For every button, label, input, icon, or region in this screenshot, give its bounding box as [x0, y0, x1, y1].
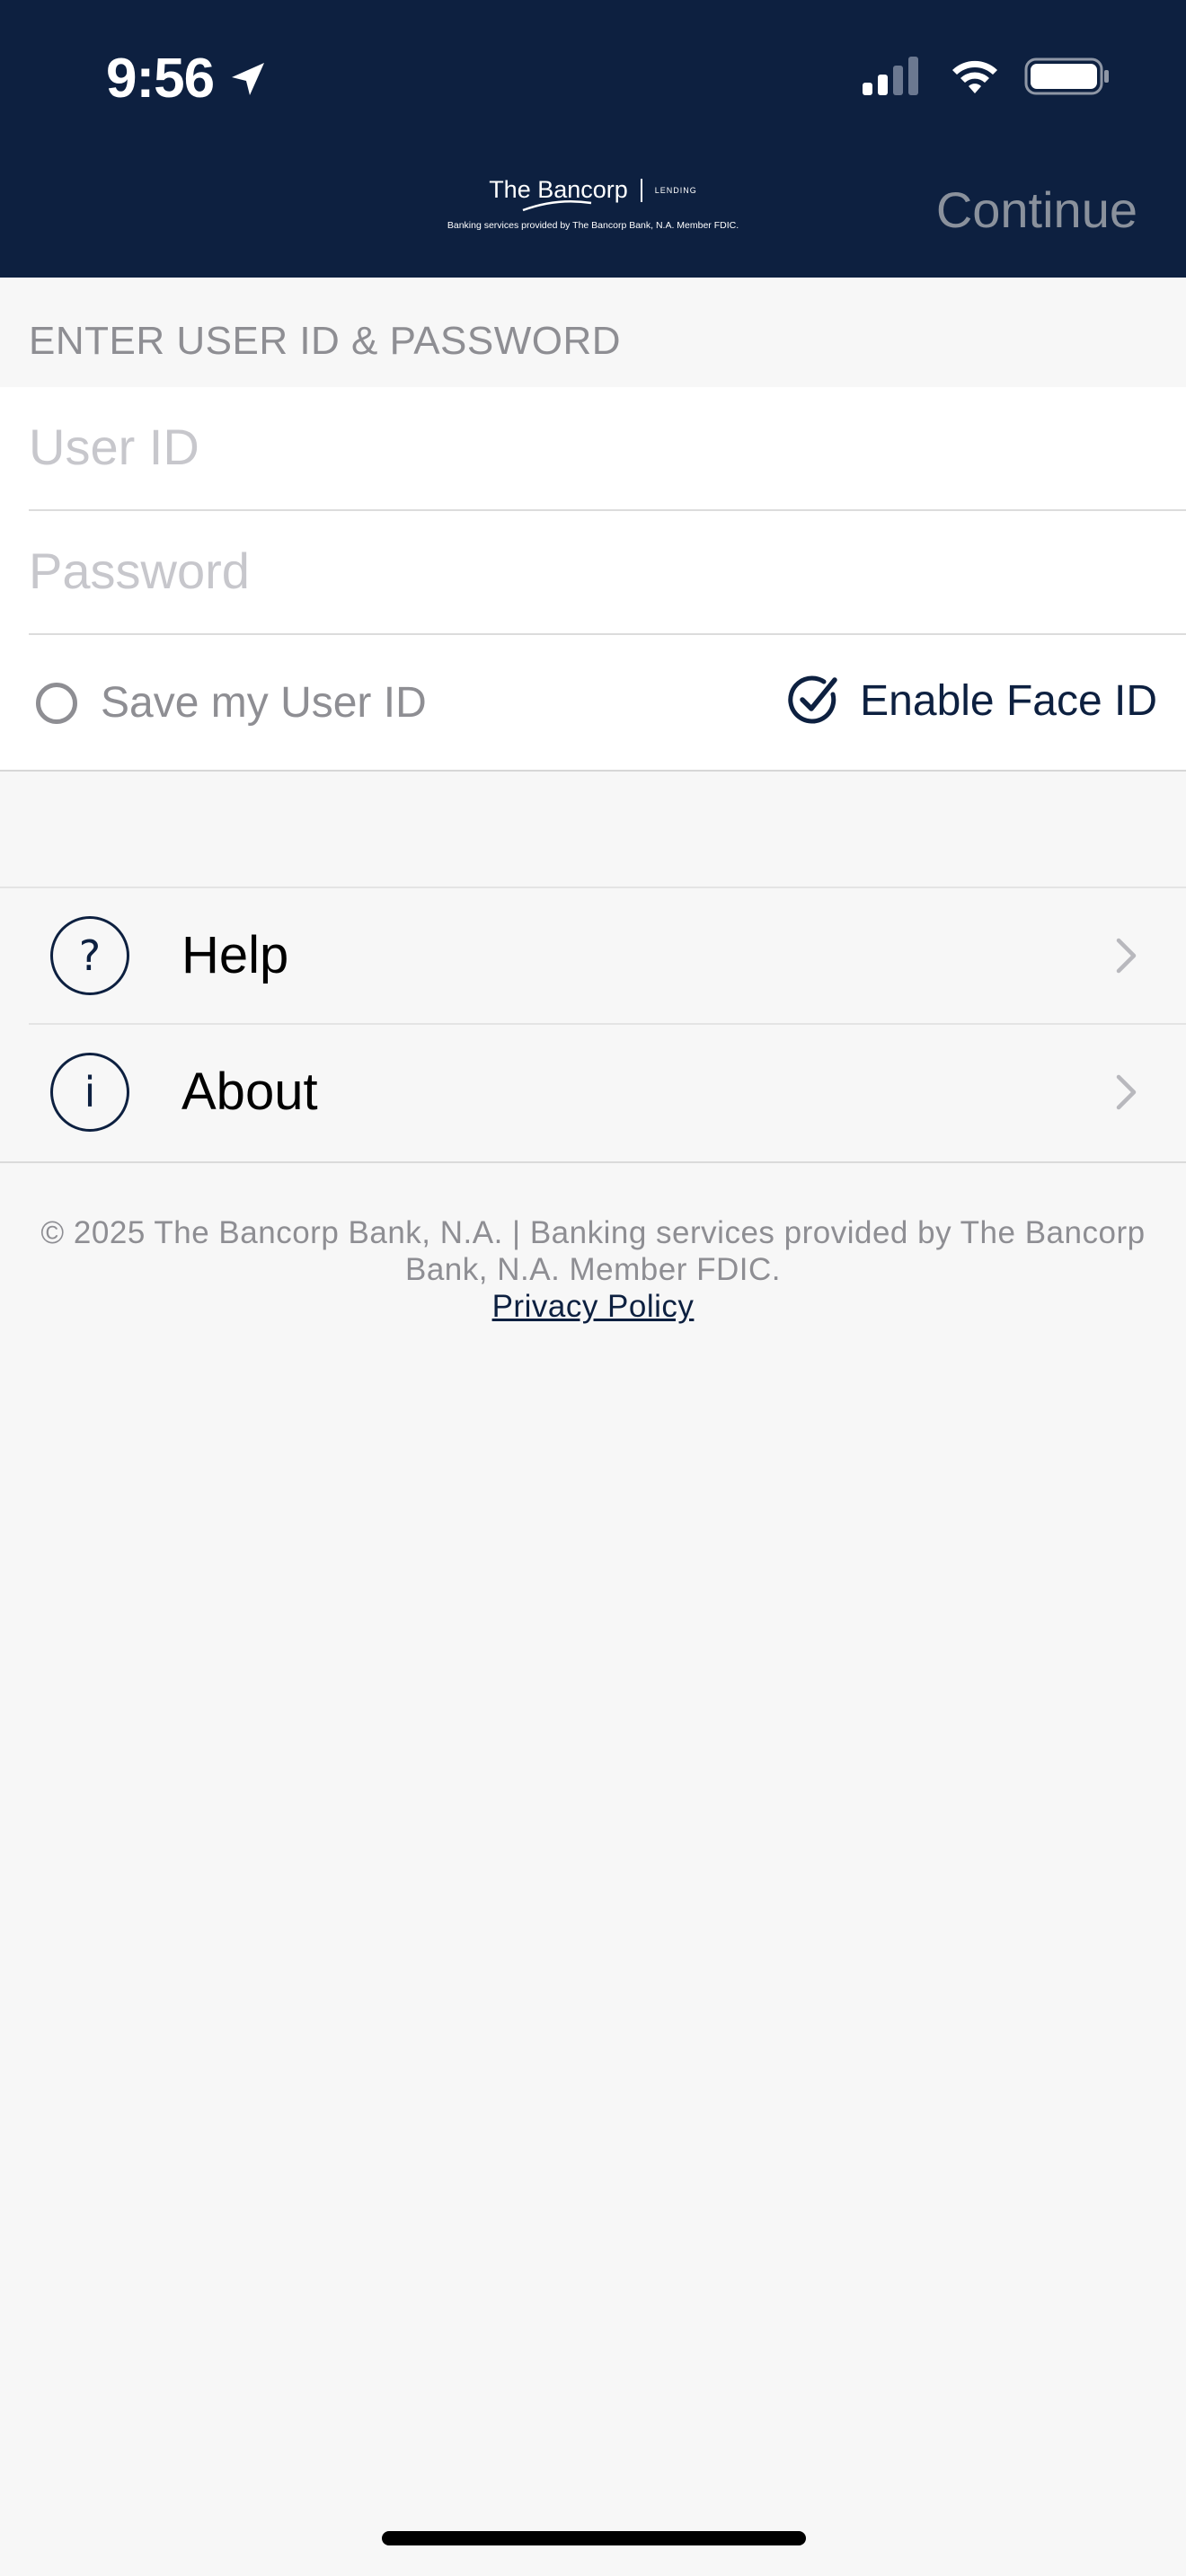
bancorp-logo: The Bancorp LENDING Banking services pro…	[440, 176, 746, 248]
menu-item-about[interactable]: i About	[0, 1025, 1186, 1160]
login-form: Save my User ID Enable Face ID	[0, 387, 1186, 772]
location-arrow-icon	[232, 63, 265, 95]
footer-copyright: © 2025 The Bancorp Bank, N.A. | Banking …	[40, 1215, 1146, 1287]
logo-separator	[640, 178, 642, 202]
status-time-text: 9:56	[106, 48, 215, 110]
save-user-id-label: Save my User ID	[101, 679, 427, 727]
menu-item-about-label: About	[181, 1063, 318, 1121]
footer: © 2025 The Bancorp Bank, N.A. | Banking …	[18, 1214, 1168, 1325]
status-bar-icons	[863, 56, 1111, 97]
question-icon: ?	[50, 916, 129, 995]
login-section-header: ENTER USER ID & PASSWORD	[0, 278, 1186, 387]
app-header: 9:56 The Bancorp LENDING Banking service…	[0, 0, 1186, 278]
password-field-row	[29, 511, 1186, 635]
battery-icon	[1024, 57, 1109, 95]
menu-list: ? Help i About	[0, 887, 1186, 1163]
enable-face-id-toggle[interactable]: Enable Face ID	[786, 673, 1157, 728]
continue-button[interactable]: Continue	[936, 180, 1137, 241]
save-user-id-radio[interactable]	[36, 682, 77, 724]
login-section-title: ENTER USER ID & PASSWORD	[29, 319, 622, 363]
privacy-policy-link[interactable]: Privacy Policy	[492, 1288, 695, 1325]
logo-subtitle: Banking services provided by The Bancorp…	[447, 220, 739, 231]
menu-item-help-label: Help	[181, 926, 289, 984]
logo-tag: LENDING	[654, 185, 697, 195]
status-bar-time: 9:56	[106, 45, 270, 113]
menu-item-help[interactable]: ? Help	[0, 888, 1186, 1023]
chevron-right-icon	[1116, 938, 1137, 974]
home-indicator[interactable]	[382, 2531, 806, 2545]
password-input[interactable]	[29, 538, 1107, 603]
save-user-id-toggle[interactable]: Save my User ID	[36, 678, 427, 728]
logo-swoosh-icon	[522, 199, 592, 212]
user-id-input[interactable]	[29, 414, 1107, 479]
chevron-right-icon	[1116, 1074, 1137, 1110]
wifi-icon	[952, 60, 997, 93]
enable-face-id-label: Enable Face ID	[860, 676, 1157, 725]
info-icon: i	[50, 1053, 129, 1132]
user-id-field-row	[29, 387, 1186, 511]
cellular-signal-icon	[863, 57, 918, 95]
login-options-row: Save my User ID Enable Face ID	[0, 637, 1186, 772]
checkmark-circle-icon[interactable]	[786, 673, 842, 728]
